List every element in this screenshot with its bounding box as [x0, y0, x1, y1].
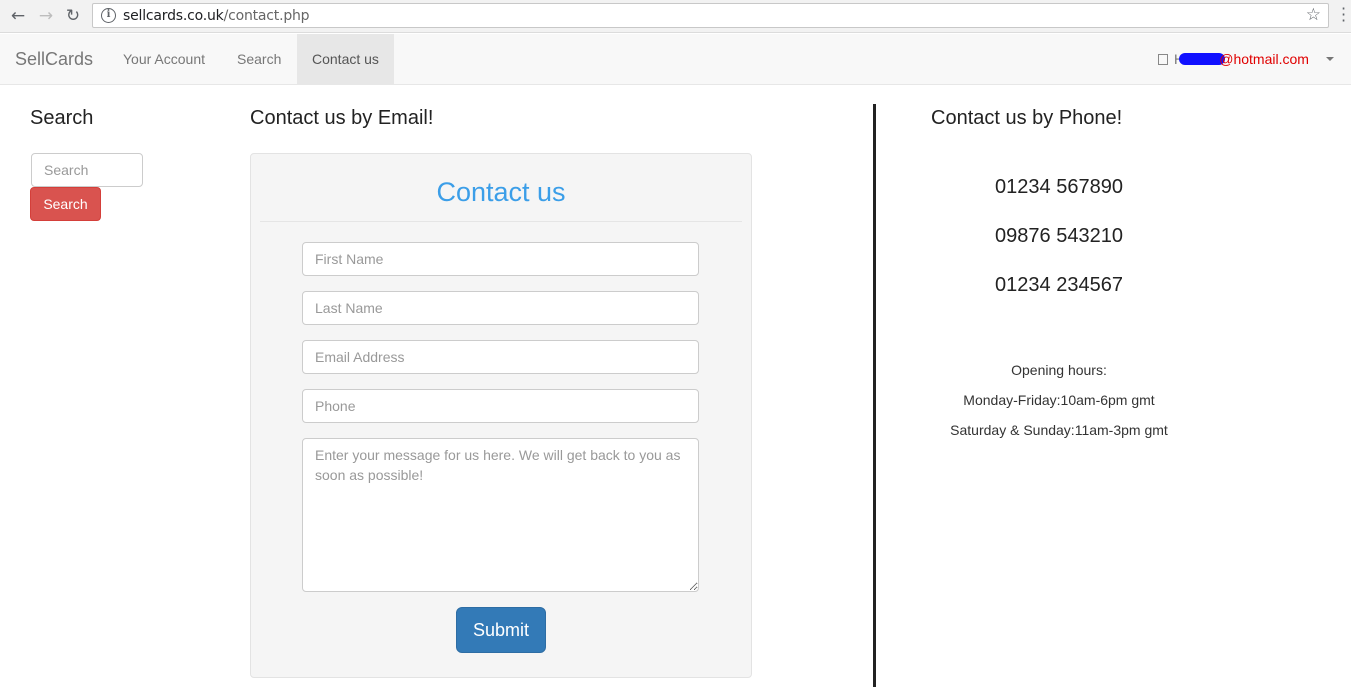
opening-hours-title: Opening hours:: [1011, 362, 1107, 378]
opening-hours-weekend: Saturday & Sunday:11am-3pm gmt: [950, 422, 1168, 438]
first-name-field[interactable]: [302, 242, 699, 276]
forward-icon[interactable]: →: [36, 6, 56, 26]
form-title: Contact us: [260, 154, 742, 222]
nav-contact-us[interactable]: Contact us: [297, 34, 394, 84]
sidebar-heading: Search: [30, 107, 94, 129]
url-path: /contact.php: [223, 8, 310, 24]
browser-toolbar: ← → ↻ i sellcards.co.uk/contact.php ☆ · ·…: [0, 0, 1351, 33]
search-input[interactable]: [31, 153, 143, 187]
message-textarea[interactable]: [302, 438, 699, 592]
last-name-field[interactable]: [302, 291, 699, 325]
phone-number: 09876 543210: [995, 225, 1123, 247]
url-domain: sellcards.co.uk: [123, 8, 224, 24]
search-button[interactable]: Search: [30, 187, 101, 221]
info-icon[interactable]: i: [101, 8, 116, 23]
contact-form: Contact us Submit: [250, 153, 752, 678]
browser-menu-icon[interactable]: · · ·: [1341, 1, 1346, 29]
email-section-heading: Contact us by Email!: [250, 107, 434, 129]
vertical-divider: [873, 104, 876, 687]
reload-icon[interactable]: ↻: [63, 6, 83, 26]
opening-hours-weekday: Monday-Friday:10am-6pm gmt: [963, 392, 1155, 408]
submit-button[interactable]: Submit: [456, 607, 546, 653]
back-icon[interactable]: ←: [8, 6, 28, 26]
nav-search[interactable]: Search: [222, 34, 296, 84]
nav-your-account[interactable]: Your Account: [108, 34, 220, 84]
bookmark-star-icon[interactable]: ☆: [1306, 5, 1321, 25]
user-icon: [1158, 54, 1168, 65]
user-menu[interactable]: Hi@hotmail.com: [1158, 34, 1309, 84]
site-navbar: SellCards Your Account Search Contact us…: [0, 34, 1351, 85]
chevron-down-icon[interactable]: [1326, 57, 1334, 61]
phone-section-heading: Contact us by Phone!: [931, 107, 1123, 129]
phone-number: 01234 234567: [995, 274, 1123, 296]
email-field[interactable]: [302, 340, 699, 374]
phone-number: 01234 567890: [995, 176, 1123, 198]
address-bar[interactable]: i sellcards.co.uk/contact.php ☆: [92, 3, 1329, 28]
url-text: sellcards.co.uk/contact.php: [123, 8, 310, 24]
phone-field[interactable]: [302, 389, 699, 423]
brand-logo[interactable]: SellCards: [15, 49, 93, 70]
user-email: @hotmail.com: [1219, 51, 1309, 67]
